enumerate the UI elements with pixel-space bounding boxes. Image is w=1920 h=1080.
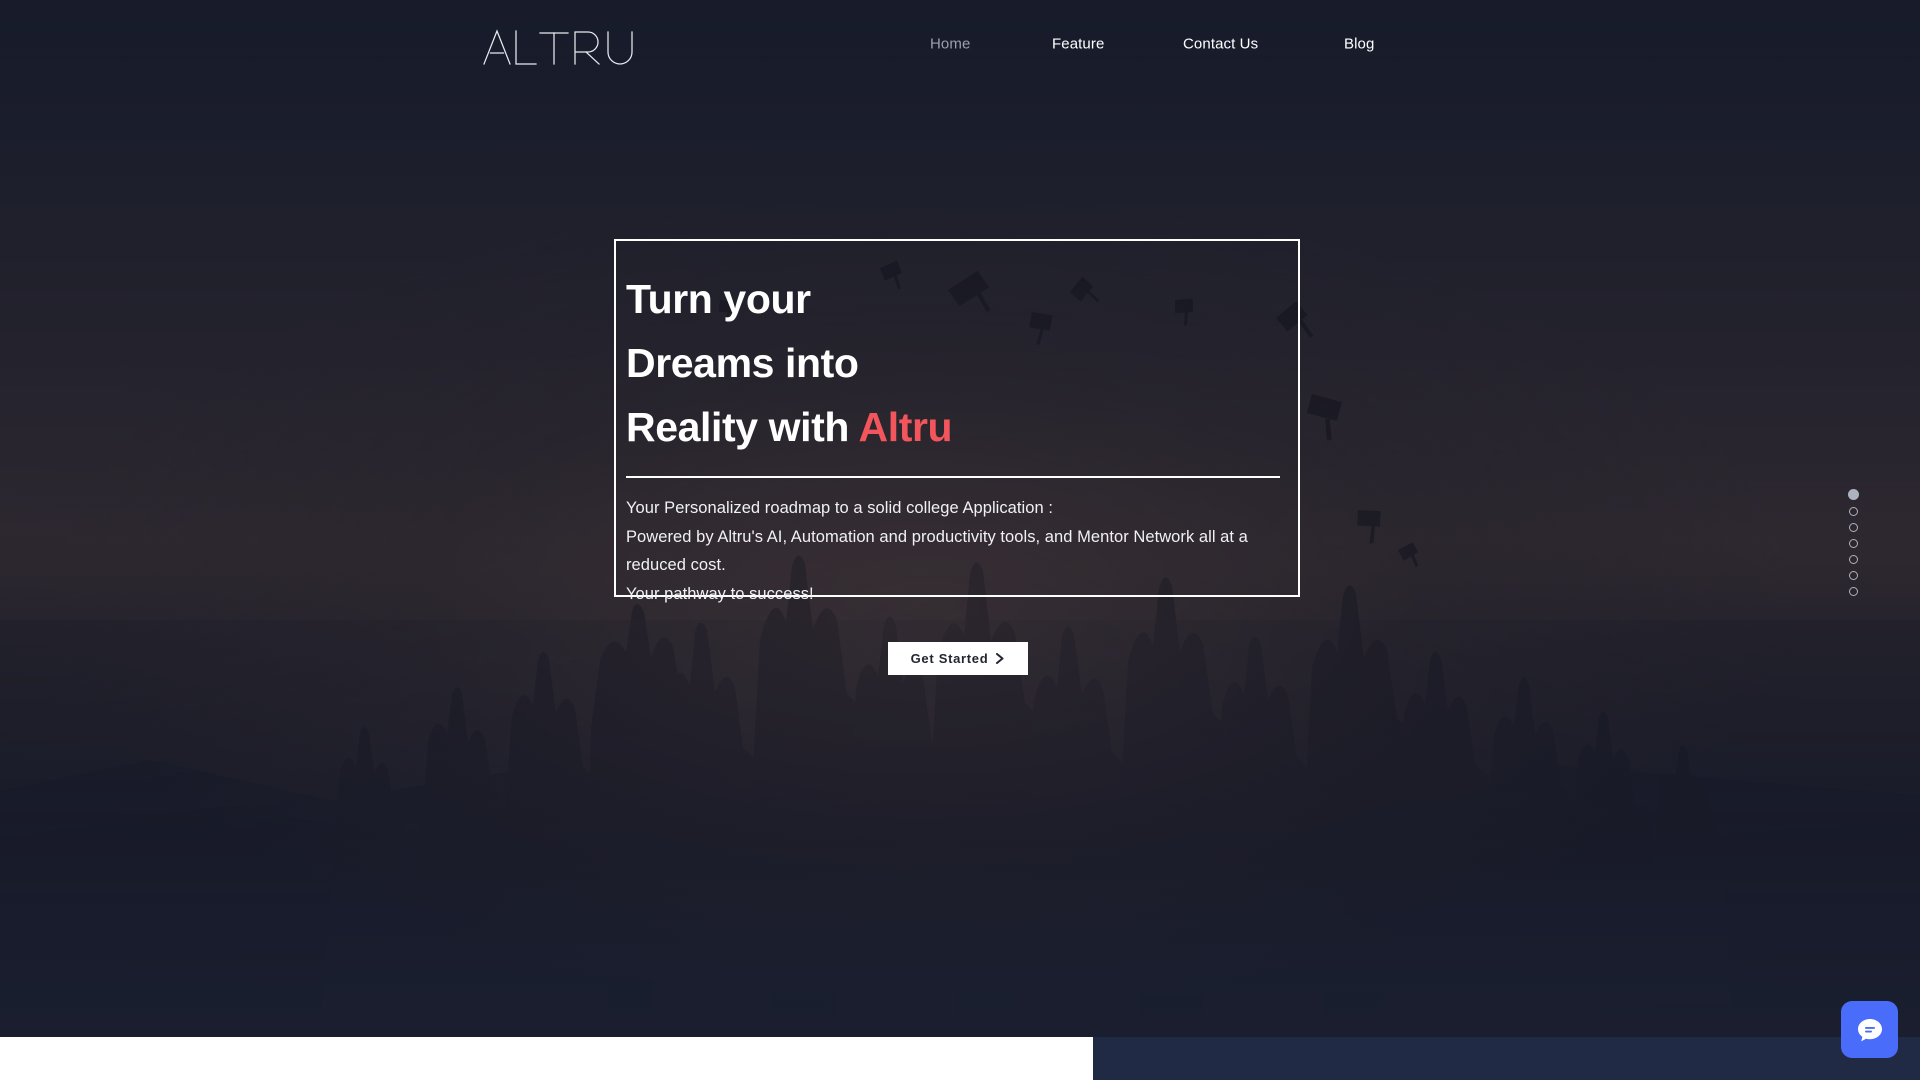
- section-dot-7[interactable]: [1848, 587, 1858, 596]
- hero-headline-line-2: Dreams into: [626, 340, 859, 386]
- section-dot-1[interactable]: [1847, 489, 1859, 500]
- chevron-right-icon: [996, 653, 1004, 664]
- site-header: Home Feature Contact Us Blog: [0, 0, 1920, 88]
- hero-text-box: Turn your Dreams into Reality with Altru…: [614, 239, 1300, 603]
- section-dot-2[interactable]: [1848, 507, 1858, 516]
- hero-headline-line-3: Reality with Altru: [626, 395, 1298, 459]
- section-dot-3[interactable]: [1848, 523, 1858, 532]
- hero-headline-line-1: Turn your: [626, 276, 811, 322]
- altru-wordmark-logo[interactable]: [482, 27, 642, 67]
- chat-widget-button[interactable]: [1841, 1001, 1898, 1058]
- section-dot-navigation: [1846, 489, 1860, 596]
- main-navigation: Home Feature Contact Us Blog: [900, 0, 1460, 88]
- nav-item-blog[interactable]: Blog: [1344, 36, 1374, 53]
- get-started-button[interactable]: Get Started: [888, 642, 1028, 675]
- hero-headline-brand: Altru: [858, 404, 953, 450]
- hero-subcopy: Your Personalized roadmap to a solid col…: [626, 499, 1248, 603]
- chat-bubble-icon: [1857, 1018, 1882, 1041]
- next-section-left-panel: [0, 1037, 1093, 1080]
- nav-item-contact-us[interactable]: Contact Us: [1183, 36, 1258, 53]
- hero-divider: [626, 476, 1280, 478]
- section-dot-4[interactable]: [1848, 539, 1858, 548]
- landing-page: Home Feature Contact Us Blog Turn your D…: [0, 0, 1920, 1080]
- section-dot-5[interactable]: [1848, 555, 1858, 564]
- section-dot-6[interactable]: [1848, 571, 1858, 580]
- hero-headline-prefix: Reality with: [626, 404, 859, 450]
- next-section-strip: [0, 1037, 1920, 1080]
- get-started-label: Get Started: [910, 651, 989, 666]
- next-section-right-panel: [1093, 1037, 1920, 1080]
- nav-item-home[interactable]: Home: [930, 36, 970, 53]
- nav-item-feature[interactable]: Feature: [1052, 36, 1104, 53]
